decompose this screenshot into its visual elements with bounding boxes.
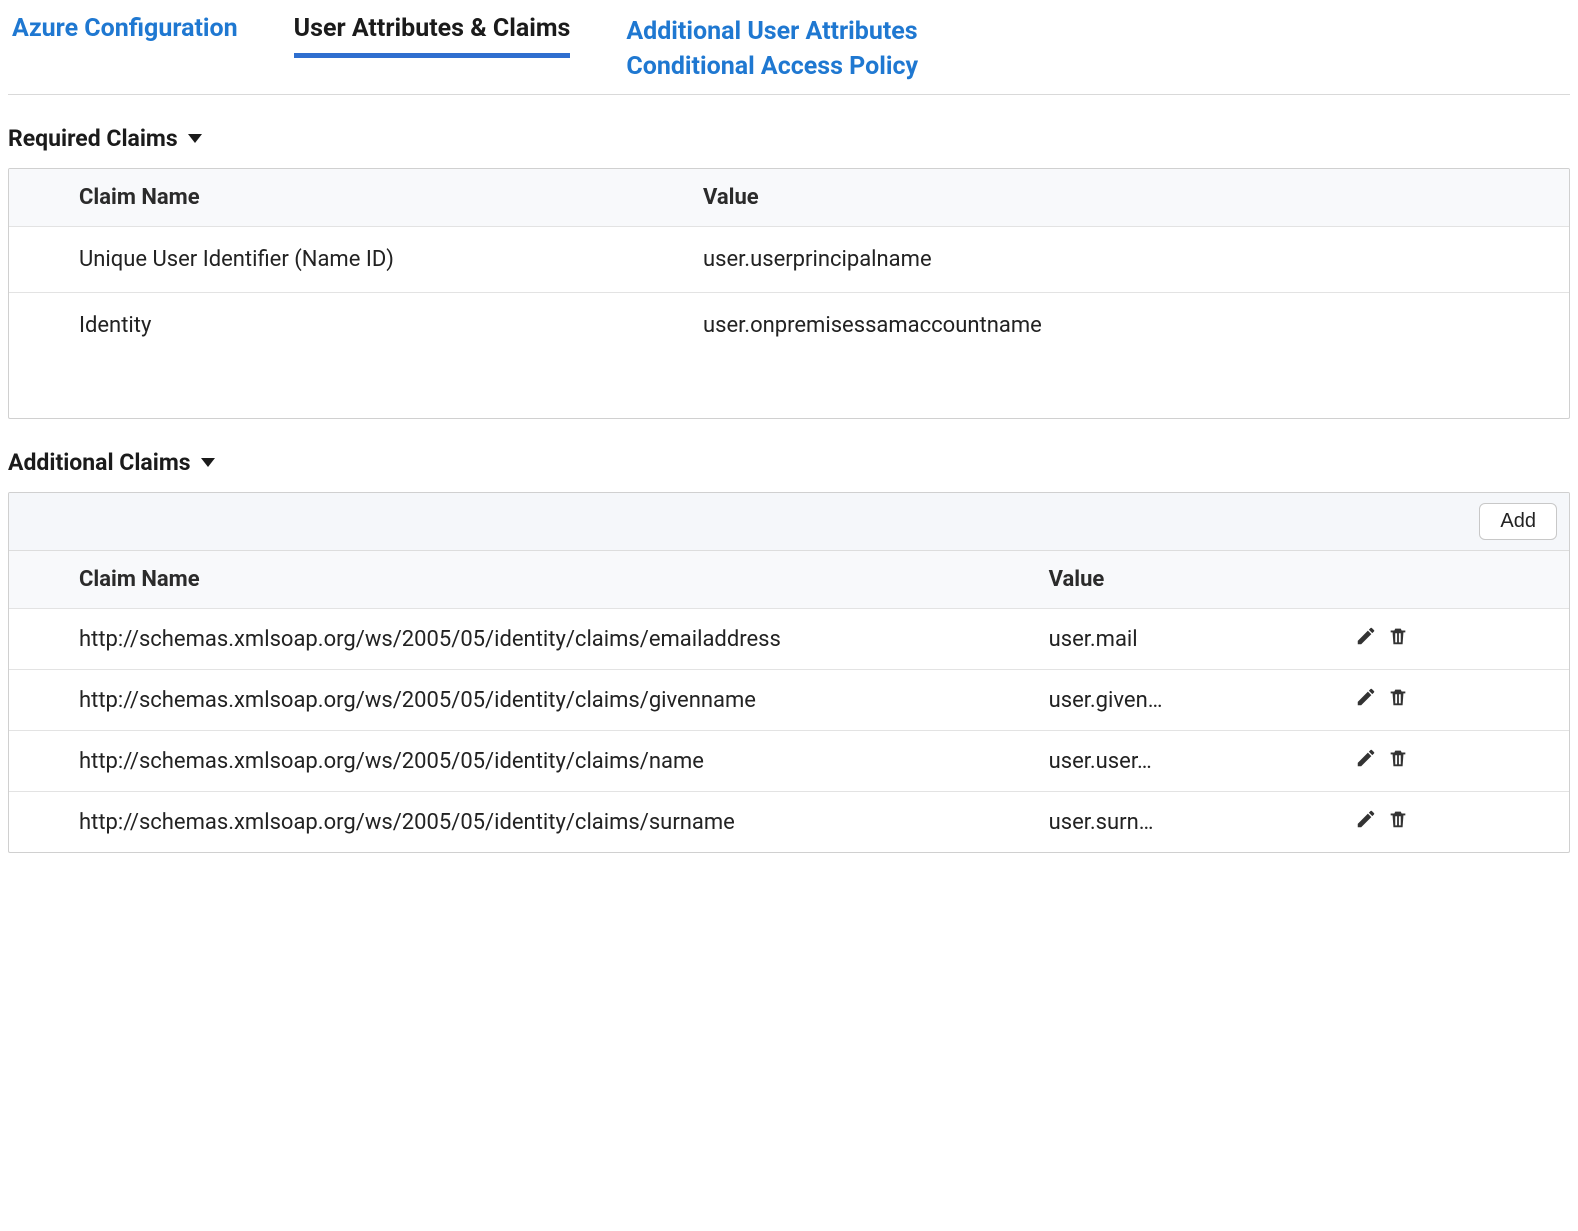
required-col-value: Value xyxy=(633,169,1569,227)
edit-icon[interactable] xyxy=(1355,686,1377,714)
additional-col-actions xyxy=(1351,551,1569,609)
claim-name-cell: http://schemas.xmlsoap.org/ws/2005/05/id… xyxy=(9,670,1039,731)
add-button[interactable]: Add xyxy=(1479,503,1557,540)
additional-claims-toolbar: Add xyxy=(9,493,1569,551)
row-actions xyxy=(1351,670,1569,731)
delete-icon[interactable] xyxy=(1387,747,1409,775)
row-actions xyxy=(1351,731,1569,792)
required-claims-section: Required Claims Claim Name Value Unique … xyxy=(8,123,1570,419)
additional-col-name: Claim Name xyxy=(9,551,1039,609)
required-claims-table: Claim Name Value Unique User Identifier … xyxy=(9,169,1569,418)
row-actions xyxy=(1351,609,1569,670)
tab-nav: Azure Configuration User Attributes & Cl… xyxy=(8,8,1570,95)
chevron-down-icon xyxy=(188,134,202,143)
table-row: http://schemas.xmlsoap.org/ws/2005/05/id… xyxy=(9,670,1569,731)
additional-claims-title: Additional Claims xyxy=(8,449,191,476)
tab-additional-conditional[interactable]: Additional User Attributes Conditional A… xyxy=(626,14,1006,94)
required-claims-table-wrap: Claim Name Value Unique User Identifier … xyxy=(8,168,1570,419)
claim-value-cell: user.onpremisessamaccountname xyxy=(633,293,1569,359)
claim-value-cell: user.given… xyxy=(1039,670,1351,731)
additional-claims-toggle[interactable]: Additional Claims xyxy=(8,447,1570,492)
table-row: Unique User Identifier (Name ID) user.us… xyxy=(9,227,1569,293)
claim-value-cell: user.user… xyxy=(1039,731,1351,792)
claim-name-cell: http://schemas.xmlsoap.org/ws/2005/05/id… xyxy=(9,609,1039,670)
required-claims-title: Required Claims xyxy=(8,125,178,152)
tab-azure-configuration[interactable]: Azure Configuration xyxy=(12,14,238,53)
table-row: Identity user.onpremisessamaccountname xyxy=(9,293,1569,359)
delete-icon[interactable] xyxy=(1387,625,1409,653)
table-row: http://schemas.xmlsoap.org/ws/2005/05/id… xyxy=(9,792,1569,853)
claim-value-cell: user.mail xyxy=(1039,609,1351,670)
edit-icon[interactable] xyxy=(1355,808,1377,836)
delete-icon[interactable] xyxy=(1387,808,1409,836)
row-actions xyxy=(1351,792,1569,853)
edit-icon[interactable] xyxy=(1355,625,1377,653)
tab-user-attributes-claims[interactable]: User Attributes & Claims xyxy=(294,14,571,58)
additional-claims-section: Additional Claims Add Claim Name Value h… xyxy=(8,447,1570,853)
claim-name-cell: Unique User Identifier (Name ID) xyxy=(9,227,633,293)
additional-claims-table-wrap: Add Claim Name Value http://schemas.xmls… xyxy=(8,492,1570,853)
table-row: http://schemas.xmlsoap.org/ws/2005/05/id… xyxy=(9,731,1569,792)
required-claims-toggle[interactable]: Required Claims xyxy=(8,123,1570,168)
additional-claims-table: Claim Name Value http://schemas.xmlsoap.… xyxy=(9,551,1569,852)
table-row: http://schemas.xmlsoap.org/ws/2005/05/id… xyxy=(9,609,1569,670)
claim-name-cell: http://schemas.xmlsoap.org/ws/2005/05/id… xyxy=(9,731,1039,792)
additional-col-value: Value xyxy=(1039,551,1351,609)
chevron-down-icon xyxy=(201,458,215,467)
claim-name-cell: Identity xyxy=(9,293,633,359)
claim-name-cell: http://schemas.xmlsoap.org/ws/2005/05/id… xyxy=(9,792,1039,853)
required-col-name: Claim Name xyxy=(9,169,633,227)
edit-icon[interactable] xyxy=(1355,747,1377,775)
delete-icon[interactable] xyxy=(1387,686,1409,714)
claim-value-cell: user.surn… xyxy=(1039,792,1351,853)
claim-value-cell: user.userprincipalname xyxy=(633,227,1569,293)
